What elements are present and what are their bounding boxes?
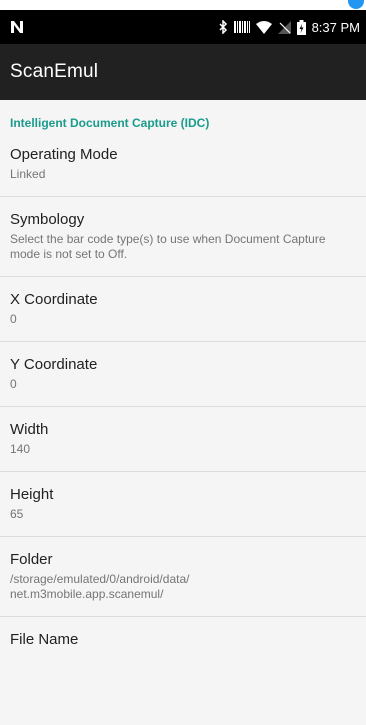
pref-summary: Linked (10, 167, 46, 181)
pref-title: X Coordinate (10, 291, 98, 308)
accent-dot (348, 0, 364, 9)
pref-folder[interactable]: Folder /storage/emulated/0/android/data/… (0, 537, 366, 617)
app-title: ScanEmul (10, 61, 99, 82)
pref-title: File Name (10, 631, 79, 648)
pref-operating-mode[interactable]: Operating Mode Linked (0, 140, 366, 197)
pref-file-name[interactable]: File Name (0, 617, 366, 666)
pref-title: Symbology (10, 211, 85, 228)
pref-x-coordinate[interactable]: X Coordinate 0 (0, 277, 366, 342)
pref-symbology[interactable]: Symbology Select the bar code type(s) to… (0, 197, 366, 277)
status-bar: 8:37 PM (0, 10, 366, 44)
pref-title: Width (10, 421, 49, 438)
pref-summary: /storage/emulated/0/android/data/ net.m3… (10, 572, 190, 601)
pref-summary: 140 (10, 442, 31, 456)
pref-title: Folder (10, 551, 53, 568)
clock: 8:37 PM (311, 19, 360, 35)
battery-icon (296, 19, 306, 35)
pref-width[interactable]: Width 140 (0, 407, 366, 472)
bluetooth-icon (219, 20, 228, 34)
no-signal-icon (277, 20, 291, 34)
pref-title: Height (10, 486, 54, 503)
wifi-icon (255, 20, 272, 34)
pref-title: Operating Mode (10, 146, 118, 163)
top-edge (0, 0, 366, 10)
n-icon (10, 20, 24, 34)
pref-summary: Select the bar code type(s) to use when … (10, 232, 326, 261)
barcode-icon (233, 21, 250, 33)
pref-y-coordinate[interactable]: Y Coordinate 0 (0, 342, 366, 407)
app-bar: ScanEmul (0, 44, 366, 100)
pref-summary: 0 (10, 377, 17, 391)
pref-summary: 65 (10, 507, 24, 521)
section-header: Intelligent Document Capture (IDC) (10, 116, 210, 130)
phone-screen: 8:37 PM ScanEmul Intelligent Document Ca… (0, 10, 366, 725)
pref-height[interactable]: Height 65 (0, 472, 366, 537)
pref-summary: 0 (10, 312, 17, 326)
pref-title: Y Coordinate (10, 356, 98, 373)
